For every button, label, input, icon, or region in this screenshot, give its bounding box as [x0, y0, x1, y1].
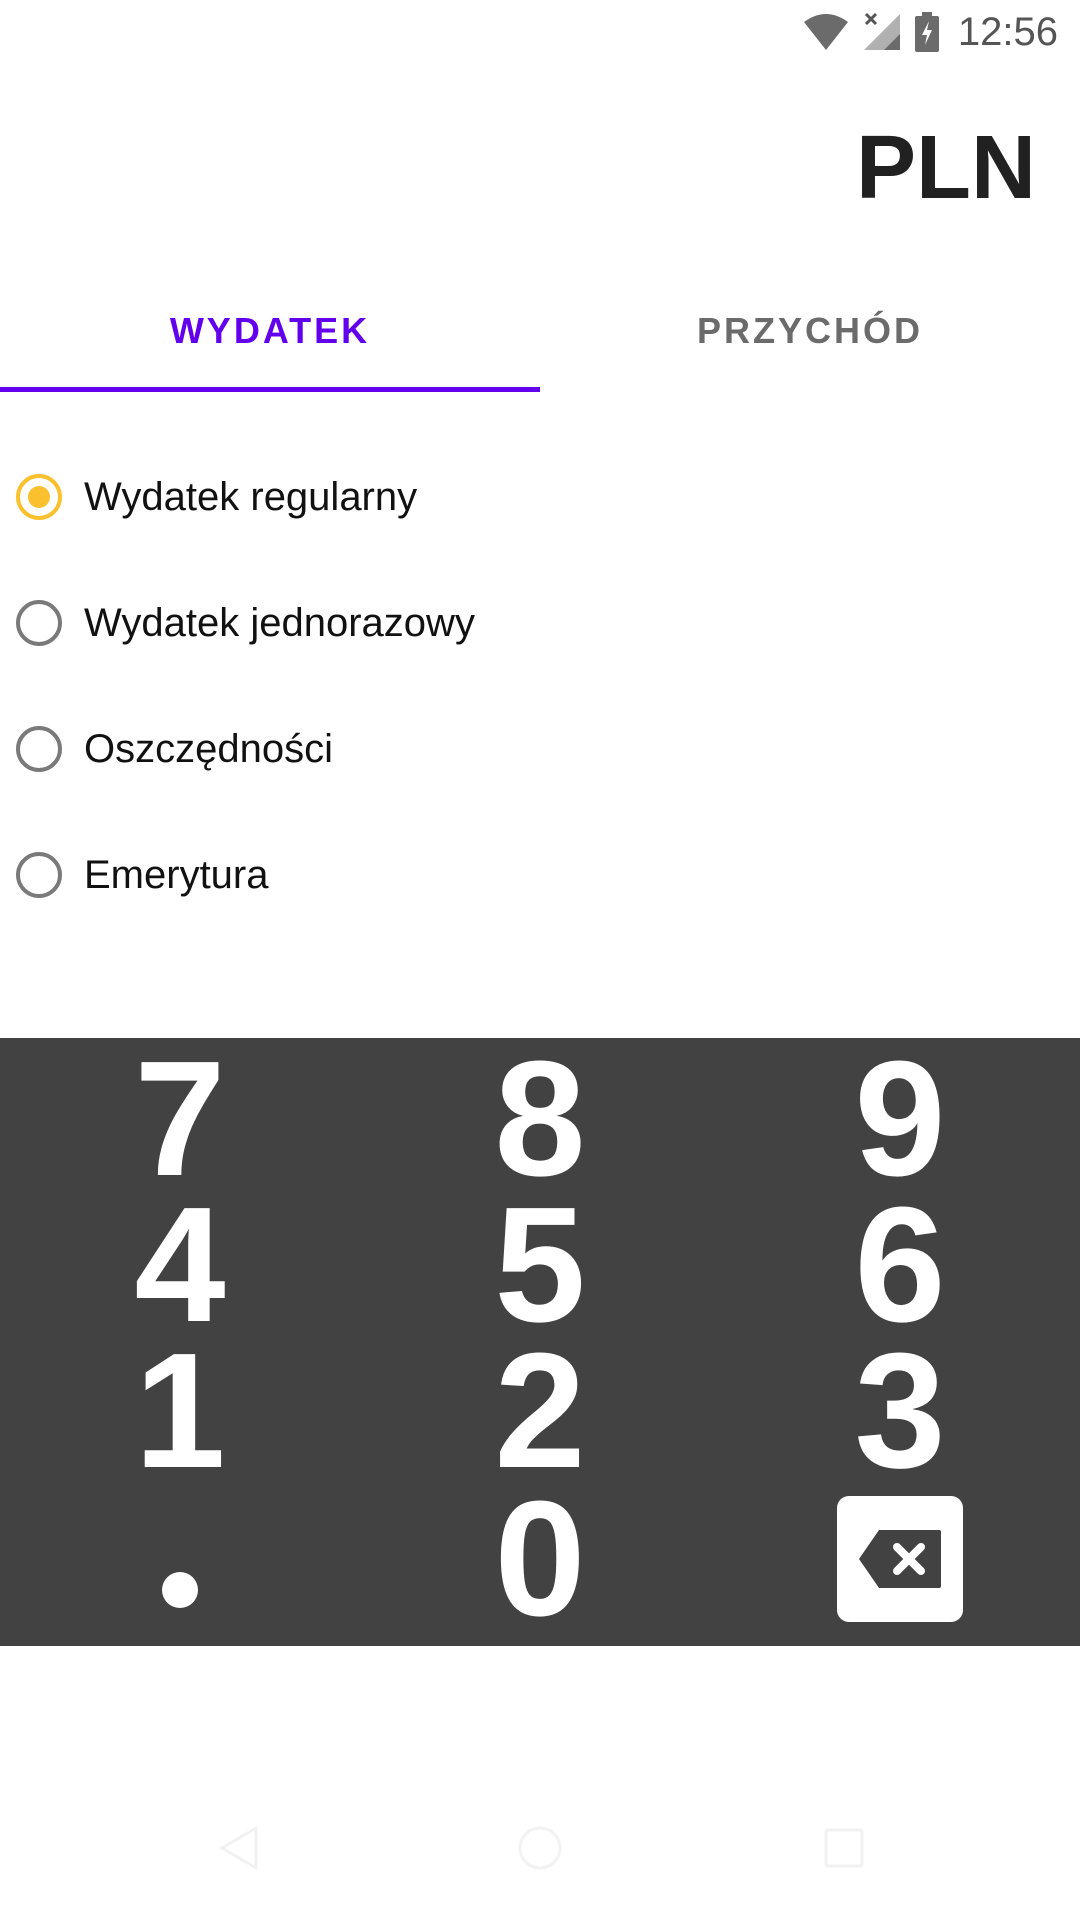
- key-5[interactable]: 5: [360, 1183, 720, 1347]
- key-0[interactable]: 0: [360, 1477, 720, 1641]
- key-8[interactable]: 8: [360, 1037, 720, 1201]
- radio-button-checked[interactable]: [16, 474, 62, 520]
- home-icon[interactable]: [510, 1818, 570, 1878]
- system-nav-bar: [0, 1788, 1080, 1920]
- option-label: Oszczędności: [84, 726, 333, 771]
- backspace-icon: [837, 1496, 963, 1622]
- expense-input-screen: 12:56 PLN WYDATEK PRZYCHÓD Wydatek regul…: [0, 0, 1080, 1920]
- tab-active-indicator: [0, 387, 540, 392]
- status-time: 12:56: [957, 9, 1058, 54]
- option-regular-expense[interactable]: Wydatek regularny: [0, 434, 1080, 560]
- backspace-button[interactable]: [720, 1484, 1080, 1634]
- back-icon[interactable]: [212, 1818, 272, 1878]
- option-label: Emerytura: [84, 852, 269, 897]
- numeric-keypad: 7 8 9 4 5 6 1 2 3 0: [0, 1037, 1080, 1646]
- key-2[interactable]: 2: [360, 1329, 720, 1493]
- tab-expense-label: WYDATEK: [169, 310, 371, 351]
- key-1[interactable]: 1: [0, 1329, 360, 1493]
- radio-button[interactable]: [16, 600, 62, 646]
- radio-button[interactable]: [16, 852, 62, 898]
- key-decimal-point[interactable]: [0, 1484, 360, 1634]
- category-radio-group: Wydatek regularny Wydatek jednorazowy Os…: [0, 434, 1080, 938]
- option-label: Wydatek jednorazowy: [84, 600, 475, 645]
- type-tabs: WYDATEK PRZYCHÓD: [0, 270, 1080, 392]
- recents-icon[interactable]: [814, 1818, 874, 1878]
- radio-button[interactable]: [16, 726, 62, 772]
- status-icons: 12:56: [802, 6, 1058, 58]
- key-6[interactable]: 6: [720, 1183, 1080, 1347]
- key-7[interactable]: 7: [0, 1037, 360, 1201]
- option-label: Wydatek regularny: [84, 474, 418, 519]
- option-one-time-expense[interactable]: Wydatek jednorazowy: [0, 560, 1080, 686]
- wifi-icon: [802, 12, 850, 52]
- tab-income[interactable]: PRZYCHÓD: [540, 270, 1080, 392]
- option-retirement[interactable]: Emerytura: [0, 812, 1080, 938]
- key-3[interactable]: 3: [720, 1329, 1080, 1493]
- signal-no-service-icon: [862, 12, 902, 52]
- key-9[interactable]: 9: [720, 1037, 1080, 1201]
- decimal-dot-icon: [162, 1572, 198, 1608]
- tab-expense[interactable]: WYDATEK: [0, 270, 540, 392]
- currency-label: PLN: [856, 118, 1036, 218]
- option-savings[interactable]: Oszczędności: [0, 686, 1080, 812]
- status-bar: 12:56: [0, 0, 1080, 64]
- battery-charging-icon: [914, 12, 940, 52]
- tab-income-label: PRZYCHÓD: [696, 310, 923, 351]
- key-4[interactable]: 4: [0, 1183, 360, 1347]
